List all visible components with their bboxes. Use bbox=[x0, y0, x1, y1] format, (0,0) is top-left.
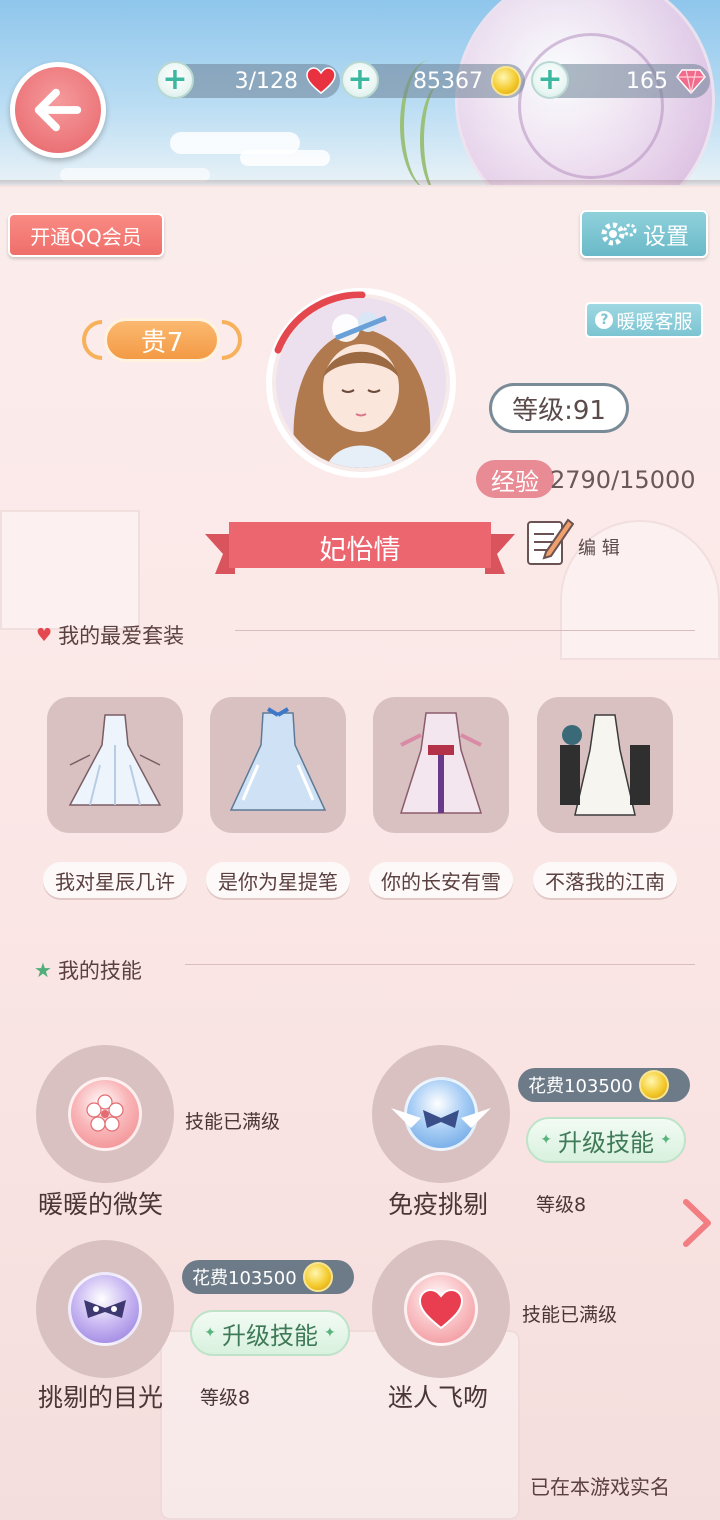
skills-title-text: 我的技能 bbox=[57, 959, 142, 983]
level-badge: 等级:91 bbox=[489, 383, 629, 433]
favorite-suits-title-text: 我的最爱套装 bbox=[58, 624, 185, 648]
diamond-icon bbox=[674, 64, 708, 98]
exp-tag: 经验 bbox=[476, 460, 554, 498]
exp-label: 经验 bbox=[491, 467, 539, 496]
skill-max-note: 技能已满级 bbox=[185, 1111, 281, 1133]
mask-icon bbox=[68, 1272, 142, 1346]
realname-status: 已在本游戏实名 bbox=[530, 1475, 670, 1499]
sparkle-icon: ✦ bbox=[660, 1132, 672, 1148]
coin-icon bbox=[638, 1070, 669, 1100]
suit-label-4: 不落我的江南 bbox=[533, 862, 677, 898]
gold-counter: + 85367 bbox=[341, 61, 525, 99]
skill-immune[interactable] bbox=[372, 1045, 510, 1183]
heart-icon bbox=[404, 1272, 478, 1346]
chevron-right-icon bbox=[683, 1199, 711, 1247]
suit-card-1[interactable] bbox=[47, 697, 183, 833]
exp-value: 2790/15000 bbox=[550, 466, 696, 494]
edit-button[interactable]: 编 辑 bbox=[524, 510, 634, 570]
skill-smile[interactable] bbox=[36, 1045, 174, 1183]
skill-kiss[interactable] bbox=[372, 1240, 510, 1378]
diamond-value: 165 bbox=[626, 68, 668, 94]
coin-icon bbox=[302, 1262, 333, 1292]
skill-cost-text: 花费103500 bbox=[192, 1268, 297, 1289]
coin-icon bbox=[489, 64, 523, 98]
skills-title: ★ 我的技能 bbox=[34, 955, 142, 985]
sakura-icon bbox=[68, 1077, 142, 1151]
star-icon: ★ bbox=[34, 958, 52, 982]
suit-card-2[interactable] bbox=[210, 697, 346, 833]
skill-level: 等级8 bbox=[536, 1194, 587, 1216]
skill-name: 暖暖的微笑 bbox=[38, 1190, 164, 1219]
winged-mask-icon bbox=[391, 1077, 491, 1151]
arrow-left-icon bbox=[34, 88, 82, 132]
qq-member-label: 开通QQ会员 bbox=[30, 224, 142, 249]
skill-cost-text: 花费103500 bbox=[528, 1076, 633, 1097]
skill-picky-gaze[interactable] bbox=[36, 1240, 174, 1378]
avatar-portrait bbox=[276, 298, 446, 468]
settings-label: 设置 bbox=[643, 224, 689, 250]
sparkle-icon: ✦ bbox=[204, 1325, 216, 1341]
heart-icon: ♥ bbox=[36, 624, 53, 646]
dress-icon bbox=[229, 707, 327, 811]
customer-service-label: 暖暖客服 bbox=[616, 310, 693, 333]
skill-max-note: 技能已满级 bbox=[522, 1304, 618, 1326]
add-hearts-button[interactable]: + bbox=[156, 61, 194, 99]
upgrade-label: 升级技能 bbox=[222, 1321, 318, 1350]
skill-name: 免疫挑剔 bbox=[388, 1190, 489, 1219]
settings-button[interactable]: 设置 bbox=[580, 210, 708, 258]
favorite-suits-title: ♥ 我的最爱套装 bbox=[36, 620, 184, 650]
skill-level: 等级8 bbox=[200, 1387, 251, 1409]
diamond-counter: + 165 bbox=[531, 61, 710, 99]
sparkle-icon: ✦ bbox=[324, 1325, 336, 1341]
next-page-button[interactable] bbox=[680, 1198, 714, 1248]
hearts-value: 3/128 bbox=[234, 68, 298, 94]
back-button[interactable] bbox=[10, 62, 106, 158]
dress-icon bbox=[68, 714, 162, 806]
upgrade-skill-button[interactable]: ✦ 升级技能 ✦ bbox=[526, 1117, 686, 1163]
dress-icon bbox=[560, 714, 650, 816]
gear-icon bbox=[601, 222, 637, 246]
qq-member-button[interactable]: 开通QQ会员 bbox=[8, 213, 164, 257]
name-ribbon: 妃怡情 bbox=[205, 520, 515, 574]
add-diamond-button[interactable]: + bbox=[531, 61, 569, 99]
customer-service-button[interactable]: ? 暖暖客服 bbox=[585, 302, 703, 338]
skill-cost: 花费103500 bbox=[182, 1260, 354, 1294]
avatar[interactable] bbox=[266, 288, 456, 478]
divider bbox=[235, 630, 695, 631]
level-label: 等级:91 bbox=[512, 395, 606, 426]
suit-label-3: 你的长安有雪 bbox=[369, 862, 513, 898]
upgrade-label: 升级技能 bbox=[558, 1128, 654, 1157]
skill-cost: 花费103500 bbox=[518, 1068, 690, 1102]
dress-icon bbox=[399, 712, 483, 814]
skill-name: 迷人飞吻 bbox=[388, 1383, 489, 1412]
suit-card-4[interactable] bbox=[537, 697, 673, 833]
edit-pencil-icon bbox=[527, 518, 574, 565]
hearts-counter: + 3/128 bbox=[156, 61, 340, 99]
gold-value: 85367 bbox=[413, 68, 483, 94]
suit-card-3[interactable] bbox=[373, 697, 509, 833]
add-gold-button[interactable]: + bbox=[341, 61, 379, 99]
player-name: 妃怡情 bbox=[319, 534, 401, 566]
sparkle-icon: ✦ bbox=[540, 1132, 552, 1148]
suit-label-2: 是你为星提笔 bbox=[206, 862, 350, 898]
upgrade-skill-button[interactable]: ✦ 升级技能 ✦ bbox=[190, 1310, 350, 1356]
vip-badge[interactable]: 贵7 bbox=[73, 311, 251, 369]
edit-label: 编 辑 bbox=[578, 538, 620, 559]
question-icon: ? bbox=[595, 311, 614, 329]
vip-label: 贵7 bbox=[140, 327, 184, 358]
skill-name: 挑剔的目光 bbox=[38, 1383, 164, 1412]
suit-label-1: 我对星辰几许 bbox=[43, 862, 187, 898]
heart-icon bbox=[304, 64, 338, 98]
divider bbox=[185, 964, 695, 965]
